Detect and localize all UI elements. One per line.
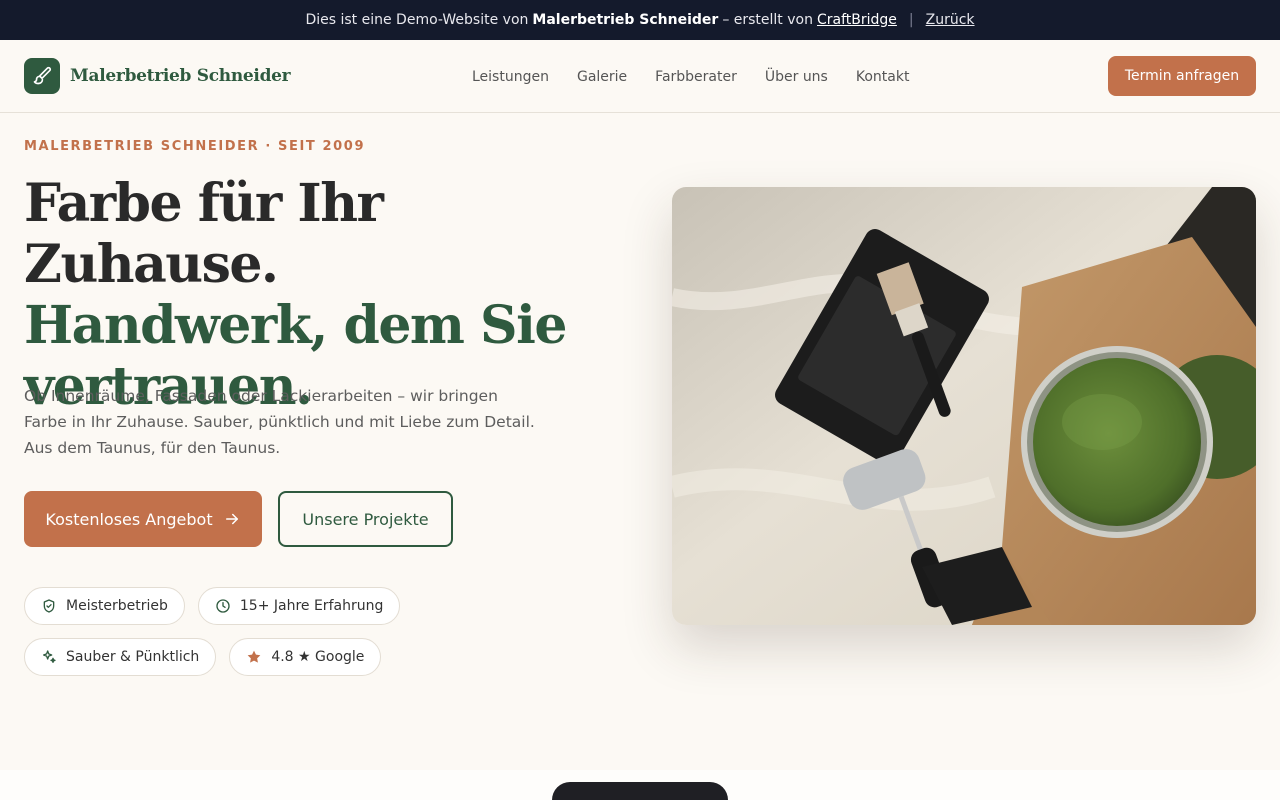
demo-banner-company: Malerbetrieb Schneider bbox=[532, 12, 719, 28]
craftbridge-link[interactable]: CraftBridge bbox=[817, 12, 897, 28]
hero-section: MALERBETRIEB SCHNEIDER · SEIT 2009 Farbe… bbox=[0, 113, 1280, 800]
appointment-button[interactable]: Termin anfragen bbox=[1108, 56, 1256, 96]
badge-meisterbetrieb: Meisterbetrieb bbox=[24, 587, 185, 625]
badge-label: 15+ Jahre Erfahrung bbox=[239, 598, 384, 614]
nav-item-kontakt[interactable]: Kontakt bbox=[856, 69, 910, 85]
floating-toolbar[interactable] bbox=[552, 782, 728, 800]
nav-item-farbberater[interactable]: Farbberater bbox=[655, 69, 737, 85]
clock-icon bbox=[216, 599, 230, 613]
headline-line-1: Farbe für Ihr Zuhause. bbox=[24, 173, 384, 295]
demo-banner-separator: | bbox=[908, 12, 914, 28]
free-quote-label: Kostenloses Angebot bbox=[45, 509, 213, 529]
sparkles-icon bbox=[43, 650, 56, 663]
hero-lead-text: Ob Innenräume, Fassaden oder Lackierarbe… bbox=[24, 387, 535, 457]
paintbrush-icon bbox=[24, 58, 60, 94]
back-link[interactable]: Zurück bbox=[926, 12, 975, 28]
nav-item-galerie[interactable]: Galerie bbox=[577, 69, 627, 85]
logo[interactable]: Malerbetrieb Schneider bbox=[24, 58, 291, 94]
badge-label: Meisterbetrieb bbox=[66, 598, 168, 614]
badge-google-rating: 4.8 ★ Google bbox=[229, 638, 382, 676]
badge-experience: 15+ Jahre Erfahrung bbox=[197, 587, 401, 625]
demo-banner-middle: – erstellt von bbox=[722, 12, 813, 28]
trust-badges: Meisterbetrieb 15+ Jahre Erfahrung Saube… bbox=[24, 587, 604, 676]
nav-item-leistungen[interactable]: Leistungen bbox=[472, 69, 549, 85]
site-header: Malerbetrieb Schneider Leistungen Galeri… bbox=[0, 40, 1280, 113]
main-nav: Leistungen Galerie Farbberater Über uns … bbox=[472, 40, 909, 113]
hero-image-painting-supplies bbox=[672, 187, 1256, 625]
hero-headline: Farbe für Ihr Zuhause. Handwerk, dem Sie… bbox=[24, 173, 644, 417]
logo-text: Malerbetrieb Schneider bbox=[70, 66, 291, 86]
hero-eyebrow: MALERBETRIEB SCHNEIDER · SEIT 2009 bbox=[24, 139, 366, 154]
badge-label: Sauber & Pünktlich bbox=[66, 649, 200, 665]
nav-item-ueber-uns[interactable]: Über uns bbox=[765, 69, 828, 85]
badge-clean: Sauber & Pünktlich bbox=[24, 638, 217, 676]
badge-label: 4.8 ★ Google bbox=[271, 649, 365, 665]
free-quote-button[interactable]: Kostenloses Angebot bbox=[24, 491, 262, 547]
projects-button[interactable]: Unsere Projekte bbox=[278, 491, 453, 547]
demo-banner-text: Dies ist eine Demo-Website von bbox=[305, 12, 529, 28]
star-icon bbox=[247, 650, 261, 663]
demo-banner: Dies ist eine Demo-Website von Malerbetr… bbox=[0, 0, 1280, 40]
shield-check-icon bbox=[43, 599, 55, 613]
arrow-right-icon bbox=[225, 513, 238, 525]
